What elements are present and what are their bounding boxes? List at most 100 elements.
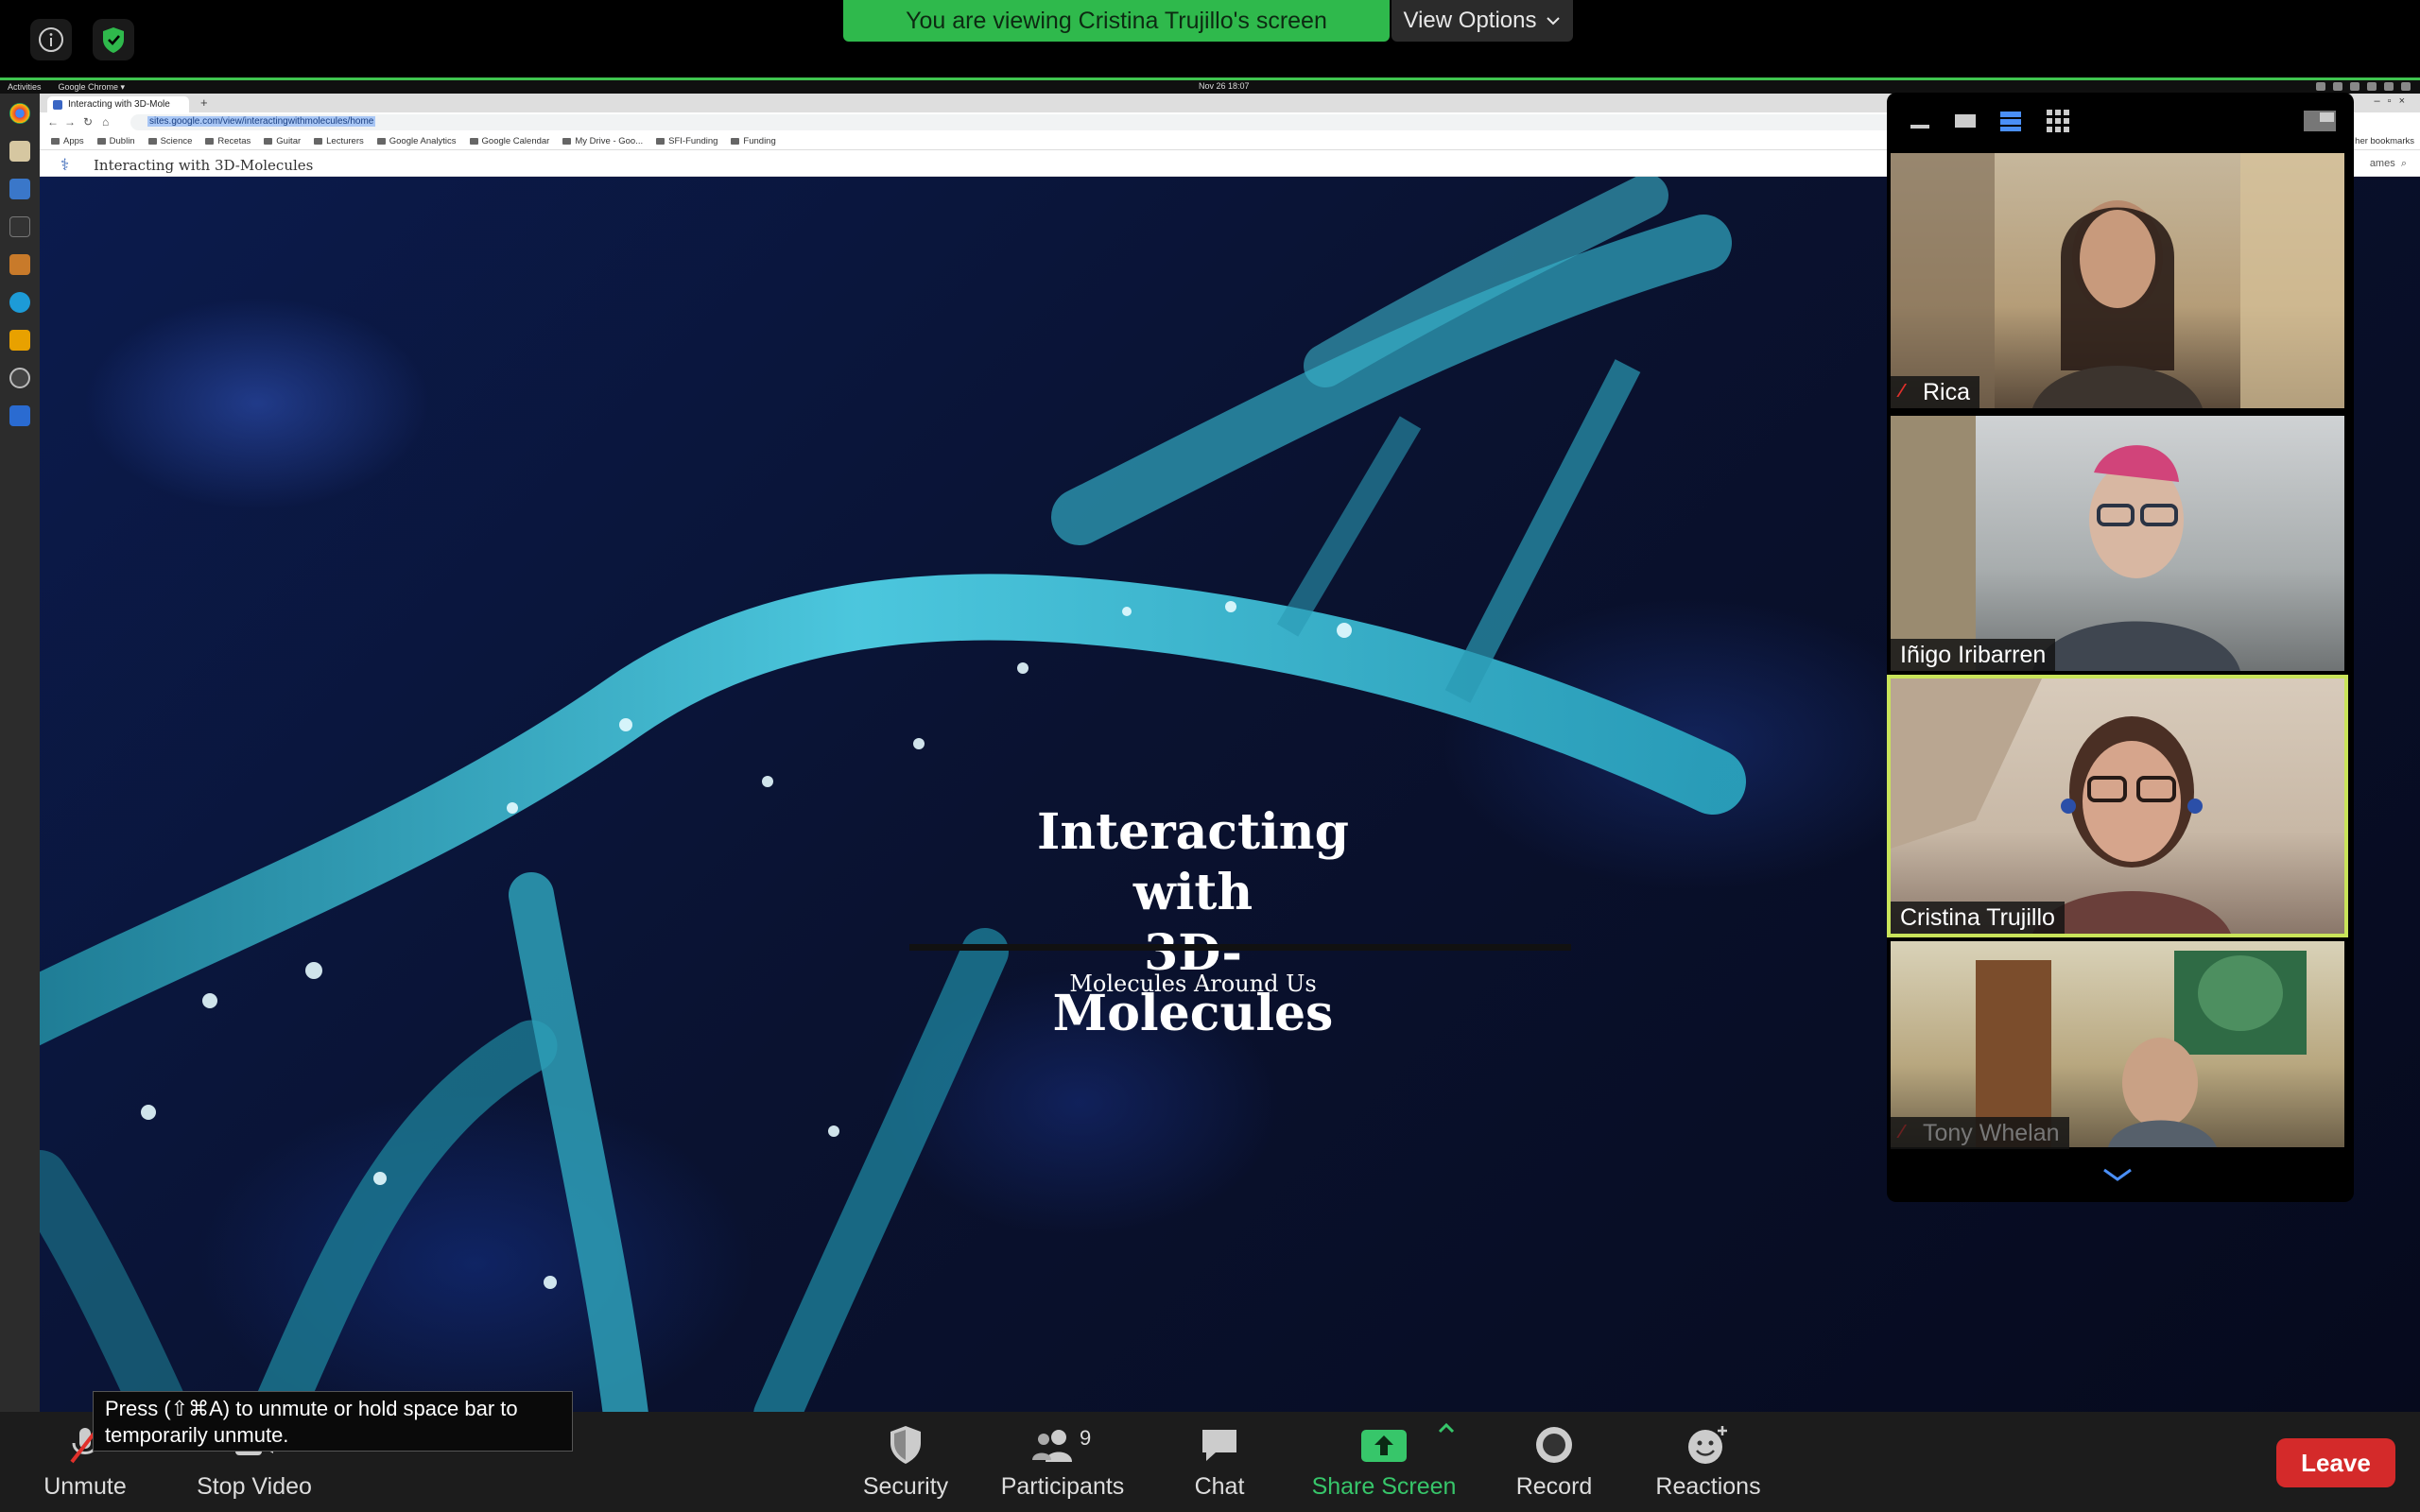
participant-video [1891, 679, 2231, 934]
chat-bubble-icon [1199, 1421, 1240, 1468]
app-icon[interactable] [9, 330, 30, 351]
participant-name-tag: ⁄ Rica [1891, 376, 1980, 408]
leave-button[interactable]: Leave [2276, 1438, 2395, 1487]
site-logo-icon[interactable]: ⚕ [60, 156, 69, 175]
security-shield-icon [888, 1421, 924, 1468]
home-icon[interactable]: ⌂ [102, 115, 109, 129]
strip-view-icon[interactable] [1996, 108, 2025, 134]
share-screen-label: Share Screen [1311, 1473, 1457, 1500]
files-app-icon[interactable] [9, 141, 30, 162]
terminal-app-icon[interactable] [9, 216, 30, 237]
bookmark-dublin[interactable]: Dublin [97, 136, 135, 146]
share-screen-icon [1359, 1421, 1409, 1468]
bookmark-apps[interactable]: Apps [51, 136, 84, 146]
reload-icon[interactable]: ↻ [83, 115, 93, 129]
view-options-label: View Options [1403, 8, 1537, 33]
participant-gallery: ⁄ Rica Iñigo Iribarren Cristina Trujillo … [1887, 93, 2354, 1202]
other-bookmarks[interactable]: her bookmarks [2355, 136, 2414, 146]
hero-title-line1: Interacting with [1037, 803, 1349, 921]
bookmark-google-analytics[interactable]: Google Analytics [377, 136, 457, 146]
window-controls[interactable]: –▫× [2375, 95, 2412, 107]
view-options-button[interactable]: View Options [1392, 0, 1573, 42]
back-icon[interactable]: ← [47, 115, 59, 129]
ubuntu-dock [0, 94, 40, 1412]
site-favicon-icon [53, 100, 62, 110]
participant-name-tag: Cristina Trujillo [1891, 902, 2065, 934]
chat-label: Chat [1194, 1473, 1245, 1500]
chat-button[interactable]: Chat [1182, 1421, 1257, 1508]
participants-icon: 9 [1027, 1421, 1098, 1468]
participants-label: Participants [1000, 1473, 1125, 1500]
screen-share-banner: You are viewing Cristina Trujillo's scre… [843, 0, 1390, 42]
stop-video-label: Stop Video [197, 1473, 312, 1500]
minimize-icon[interactable] [1906, 108, 1934, 134]
security-label: Security [862, 1473, 949, 1500]
participant-video [1891, 153, 2344, 408]
browser-tab[interactable]: Interacting with 3D-Mole [47, 96, 189, 112]
chevron-up-icon [1438, 1422, 1455, 1434]
bookmark-google-calendar[interactable]: Google Calendar [470, 136, 550, 146]
gallery-scroll-down-icon[interactable] [2099, 1164, 2136, 1187]
settings-app-icon[interactable] [9, 368, 30, 388]
record-icon [1534, 1421, 1574, 1468]
reactions-button[interactable]: Reactions [1651, 1421, 1766, 1508]
gallery-view-icon[interactable] [2044, 108, 2072, 134]
unmute-label: Unmute [43, 1473, 127, 1500]
site-name[interactable]: Interacting with 3D-Molecules [94, 157, 313, 174]
app-icon[interactable] [9, 179, 30, 199]
participant-name: Iñigo Iribarren [1900, 641, 2047, 668]
record-button[interactable]: Record [1507, 1421, 1601, 1508]
participants-button[interactable]: 9 Participants [996, 1421, 1129, 1508]
unmute-tooltip: Press (⇧⌘A) to unmute or hold space bar … [93, 1391, 573, 1452]
system-clock[interactable]: Nov 26 18:07 [1199, 81, 1250, 91]
share-options-caret[interactable] [1435, 1421, 1458, 1459]
reactions-label: Reactions [1655, 1473, 1761, 1500]
info-icon[interactable] [30, 19, 72, 60]
shield-check-icon[interactable] [93, 19, 134, 60]
activities-button[interactable]: Activities [8, 82, 42, 92]
participant-tile[interactable]: ⁄ Rica [1891, 153, 2344, 408]
muted-mic-icon: ⁄ [1900, 1122, 1904, 1143]
system-tray[interactable] [2316, 82, 2411, 91]
hero-divider [909, 944, 1571, 951]
new-tab-button[interactable]: + [200, 95, 208, 110]
zoom-top-bar: You are viewing Cristina Trujillo's scre… [0, 0, 2420, 77]
vmd-app-icon[interactable] [9, 405, 30, 426]
bookmark-guitar[interactable]: Guitar [264, 136, 301, 146]
reactions-smiley-icon [1686, 1421, 1730, 1468]
site-nav-label: ames [2369, 158, 2395, 169]
participant-name-tag: ⁄ Tony Whelan [1891, 1117, 2069, 1149]
security-button[interactable]: Security [858, 1421, 953, 1508]
participant-tile-active-speaker[interactable]: Cristina Trujillo [1887, 675, 2348, 937]
participant-video [1891, 416, 2240, 671]
skype-app-icon[interactable] [9, 292, 30, 313]
chrome-app-icon[interactable] [9, 103, 30, 124]
bookmark-my-drive[interactable]: My Drive - Goo... [562, 136, 643, 146]
bookmark-sfi-funding[interactable]: SFI-Funding [656, 136, 717, 146]
participant-tile[interactable]: Iñigo Iribarren [1891, 416, 2344, 671]
active-speaker-view-icon[interactable] [1951, 108, 1979, 134]
participant-name-tag: Iñigo Iribarren [1891, 639, 2056, 671]
gallery-toolbar [1887, 93, 2354, 153]
tab-title: Interacting with 3D-Mole [68, 99, 170, 110]
participant-name: Tony Whelan [1923, 1119, 2060, 1146]
pop-out-icon[interactable] [2301, 108, 2339, 134]
bookmark-lecturers[interactable]: Lecturers [314, 136, 364, 146]
record-label: Record [1515, 1473, 1593, 1500]
bookmark-science[interactable]: Science [148, 136, 193, 146]
participant-name: Rica [1923, 378, 1971, 405]
library-app-icon[interactable] [9, 254, 30, 275]
hero-title: Interacting with 3D-Molecules [1023, 802, 1363, 1044]
bookmark-funding[interactable]: Funding [731, 136, 775, 146]
site-nav-right[interactable]: ames ⌕ [2370, 158, 2407, 170]
muted-mic-icon: ⁄ [1900, 381, 1904, 402]
ubuntu-top-bar: Activities Google Chrome ▾ Nov 26 18:07 [0, 80, 2420, 94]
zoom-meeting-window: You are viewing Cristina Trujillo's scre… [0, 0, 2420, 1512]
bookmark-recetas[interactable]: Recetas [205, 136, 251, 146]
app-menu[interactable]: Google Chrome ▾ [59, 82, 126, 93]
url-text: sites.google.com/view/interactingwithmol… [147, 116, 376, 127]
participant-name: Cristina Trujillo [1900, 903, 2055, 931]
forward-icon[interactable]: → [64, 115, 76, 129]
hero-subtitle: Molecules Around Us [1069, 971, 1317, 997]
participants-count: 9 [1080, 1426, 1091, 1450]
